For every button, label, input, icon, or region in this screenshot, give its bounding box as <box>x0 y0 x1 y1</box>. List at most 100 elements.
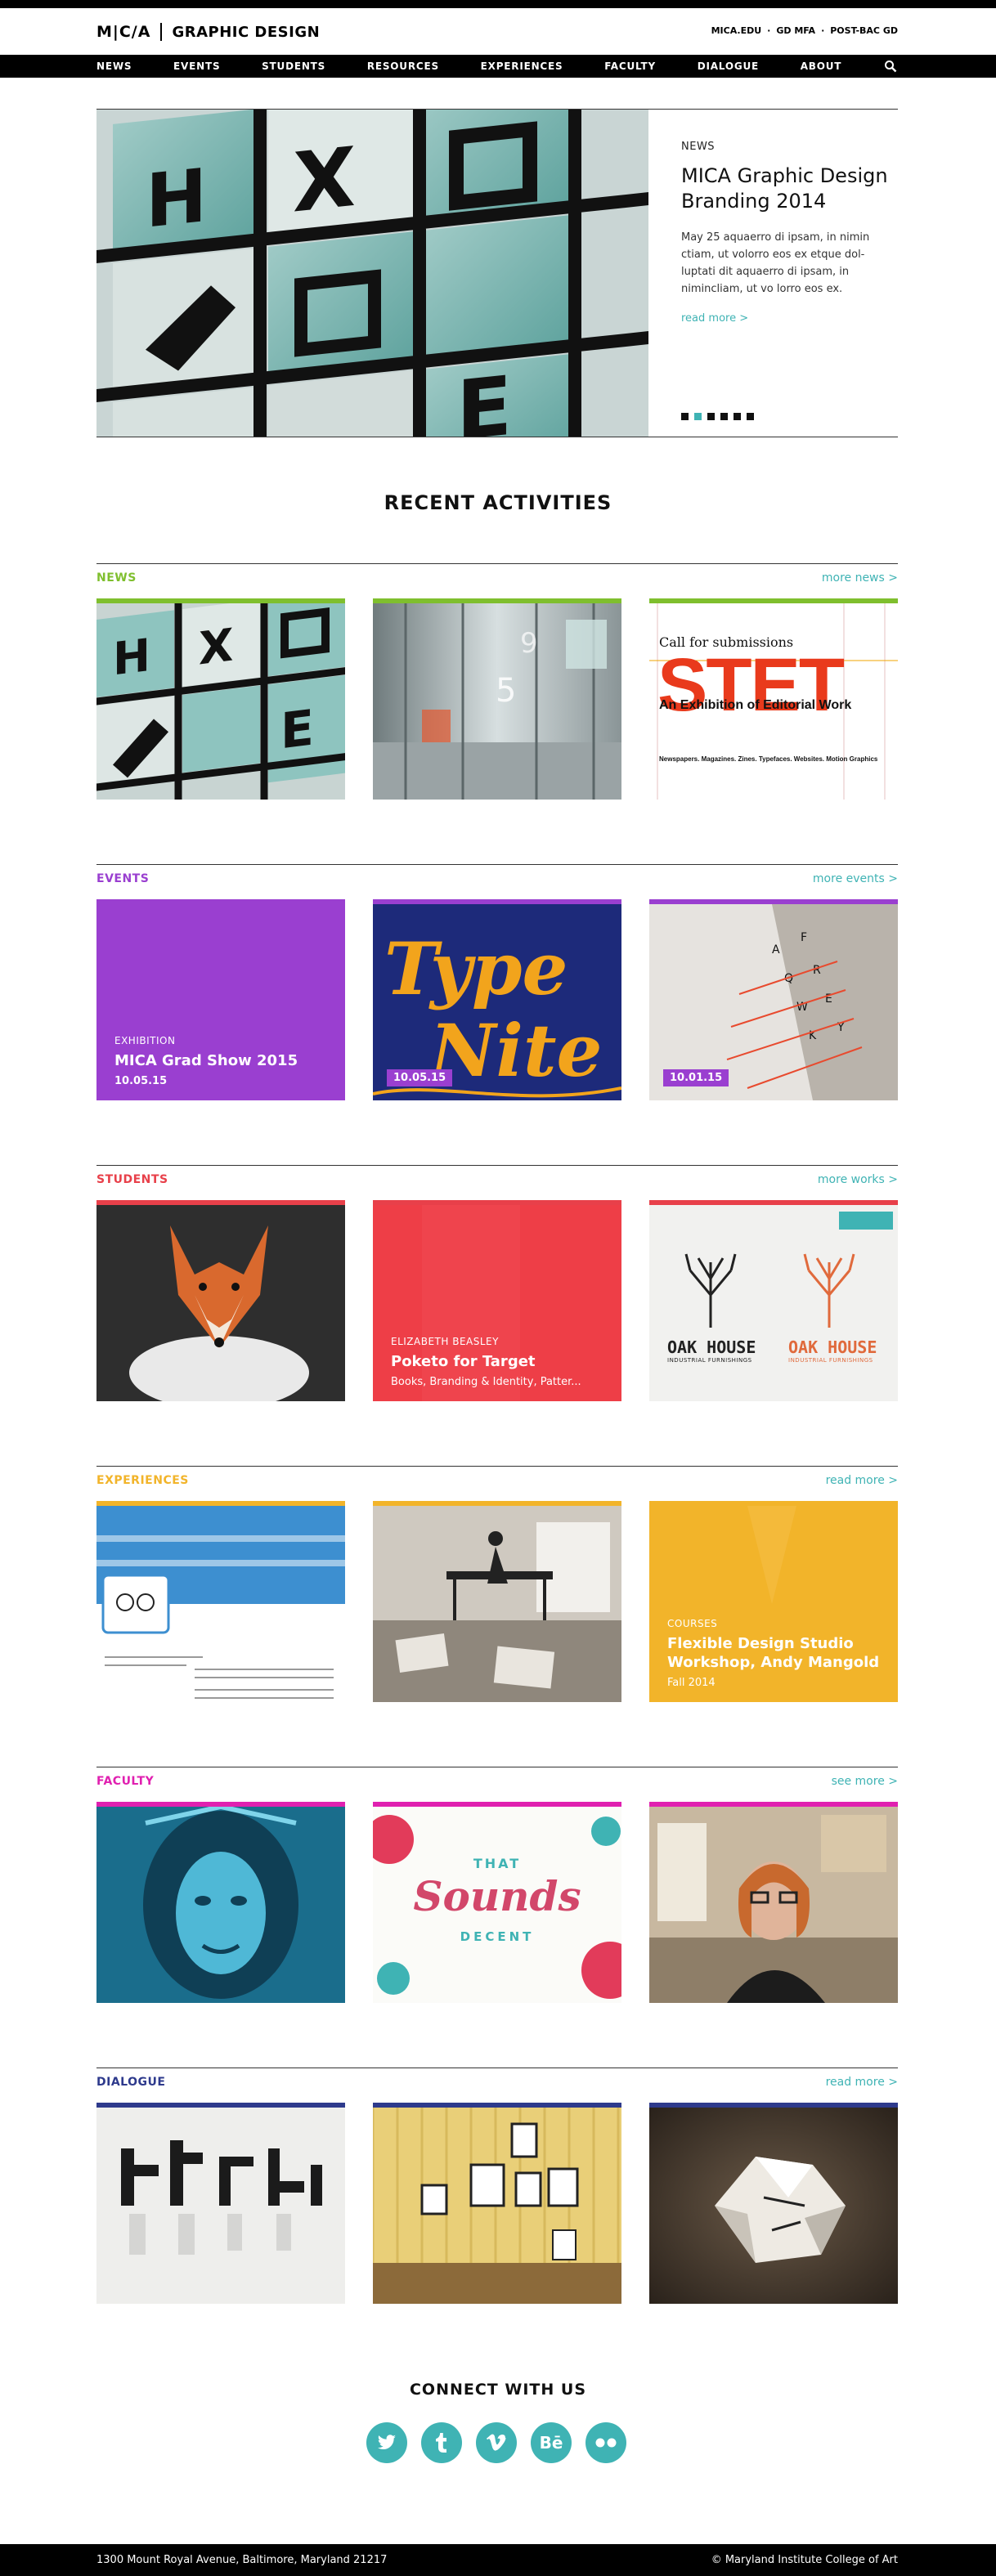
hero-slider: H X E NEWS MICA Graphic Design Branding … <box>96 109 898 437</box>
dialogue-card-image <box>649 2108 898 2304</box>
hero-title[interactable]: MICA Graphic Design Branding 2014 <box>681 164 894 214</box>
card-accent-bar <box>649 1802 898 1807</box>
faculty-card[interactable] <box>649 1802 898 2003</box>
utility-links: MICA.EDU · GD MFA · POST-BAC GD <box>711 25 898 36</box>
nav-faculty[interactable]: FACULTY <box>604 60 656 72</box>
events-section-label: EVENTS <box>96 872 150 885</box>
experience-card[interactable]: COURSES Flexible Design Studio Workshop,… <box>649 1501 898 1702</box>
more-events-link[interactable]: more events > <box>813 872 898 885</box>
nav-students[interactable]: STUDENTS <box>262 60 325 72</box>
tumblr-icon[interactable] <box>421 2422 462 2463</box>
vimeo-icon[interactable] <box>476 2422 517 2463</box>
link-gd-mfa[interactable]: GD MFA <box>776 25 815 36</box>
dialogue-card[interactable] <box>96 2103 345 2304</box>
student-work-tags: Books, Branding & Identity, Patter... <box>391 1376 581 1388</box>
nav-experiences[interactable]: EXPERIENCES <box>481 60 563 72</box>
card-accent-bar <box>649 1501 898 1506</box>
svg-text:R: R <box>813 964 821 977</box>
events-section: EVENTS more events > EXHIBITION MICA Gra… <box>96 864 898 1101</box>
nav-news[interactable]: NEWS <box>96 60 132 72</box>
logo-mark: M|C/A <box>96 23 151 41</box>
dialogue-card-image <box>373 2108 621 2304</box>
svg-text:X: X <box>199 620 233 676</box>
flickr-icon[interactable] <box>585 2422 626 2463</box>
experience-term: Fall 2014 <box>667 1677 716 1689</box>
svg-text:A: A <box>772 943 780 956</box>
card-accent-bar <box>96 899 345 904</box>
news-section: NEWS more news > H X E 5 9 Call for subm… <box>96 563 898 800</box>
faculty-card[interactable] <box>96 1802 345 2003</box>
sounds-art-line1: THAT <box>473 1856 522 1871</box>
dialogue-card-image <box>96 2108 345 2304</box>
news-card[interactable]: 5 9 <box>373 598 621 800</box>
slider-dot[interactable] <box>747 413 754 420</box>
event-title: MICA Grad Show 2015 <box>114 1052 298 1069</box>
slider-dot[interactable] <box>707 413 715 420</box>
hero-image[interactable]: H X E <box>96 110 648 437</box>
dialogue-card[interactable] <box>649 2103 898 2304</box>
slider-dot[interactable] <box>734 413 741 420</box>
experience-card[interactable] <box>96 1501 345 1702</box>
oak-house-sub-left: INDUSTRIAL FURNISHINGS <box>667 1357 752 1364</box>
footer-address: 1300 Mount Royal Avenue, Baltimore, Mary… <box>96 2554 388 2566</box>
dialogue-section-label: DIALOGUE <box>96 2076 166 2089</box>
experience-title: Flexible Design Studio Workshop, Andy Ma… <box>667 1635 880 1671</box>
search-icon[interactable] <box>883 59 898 74</box>
faculty-card-image <box>649 1807 898 2003</box>
hero-read-more-link[interactable]: read more > <box>681 312 748 325</box>
see-more-faculty-link[interactable]: see more > <box>832 1775 898 1788</box>
nav-about[interactable]: ABOUT <box>801 60 842 72</box>
link-post-bac[interactable]: POST-BAC GD <box>830 25 898 36</box>
nav-events[interactable]: EVENTS <box>173 60 220 72</box>
card-accent-bar <box>373 1802 621 1807</box>
slider-dot[interactable] <box>720 413 728 420</box>
section-rule <box>96 864 898 865</box>
section-rule <box>96 1165 898 1166</box>
event-card[interactable]: EXHIBITION MICA Grad Show 2015 10.05.15 <box>96 899 345 1100</box>
card-accent-bar <box>373 2103 621 2108</box>
slider-dot[interactable] <box>694 413 702 420</box>
faculty-section-label: FACULTY <box>96 1775 155 1788</box>
hero-text-panel: NEWS MICA Graphic Design Branding 2014 M… <box>665 110 898 437</box>
site-logo[interactable]: M|C/A GRAPHIC DESIGN <box>96 21 320 43</box>
svg-text:X: X <box>293 129 356 231</box>
nav-resources[interactable]: RESOURCES <box>367 60 439 72</box>
student-work-image <box>96 1205 345 1401</box>
event-card[interactable]: Type Nite 10.05.15 <box>373 899 621 1100</box>
dialogue-card[interactable] <box>373 2103 621 2304</box>
news-card[interactable]: H X E <box>96 598 345 800</box>
experiences-section-label: EXPERIENCES <box>96 1474 189 1487</box>
nav-dialogue[interactable]: DIALOGUE <box>698 60 759 72</box>
student-work-card[interactable]: OAK HOUSE INDUSTRIAL FURNISHINGS OAK HOU… <box>649 1200 898 1401</box>
svg-text:H: H <box>113 629 150 686</box>
card-accent-bar <box>649 1200 898 1205</box>
oak-house-brand-right: OAK HOUSE <box>788 1337 877 1357</box>
card-accent-bar <box>373 1501 621 1506</box>
slider-dot[interactable] <box>681 413 689 420</box>
faculty-card[interactable]: THAT Sounds DECENT <box>373 1802 621 2003</box>
behance-icon[interactable]: Bē <box>531 2422 572 2463</box>
twitter-icon[interactable] <box>366 2422 407 2463</box>
card-accent-bar <box>649 598 898 603</box>
link-mica-edu[interactable]: MICA.EDU <box>711 25 762 36</box>
student-work-card[interactable]: ELIZABETH BEASLEY Poketo for Target Book… <box>373 1200 621 1401</box>
experience-card-image <box>96 1506 345 1702</box>
event-card-overlay: EXHIBITION MICA Grad Show 2015 10.05.15 <box>114 1035 335 1087</box>
typenite-art-text: Type <box>384 926 568 1011</box>
experience-card[interactable] <box>373 1501 621 1702</box>
connect-heading: CONNECT WITH US <box>409 2381 586 2399</box>
experiences-read-more-link[interactable]: read more > <box>826 1474 898 1487</box>
student-work-card[interactable] <box>96 1200 345 1401</box>
more-news-link[interactable]: more news > <box>822 571 898 585</box>
news-card[interactable]: Call for submissions STET An Exhibition … <box>649 598 898 800</box>
svg-text:9: 9 <box>520 627 538 660</box>
svg-text:E: E <box>280 700 314 761</box>
card-accent-bar <box>96 1200 345 1205</box>
more-works-link[interactable]: more works > <box>818 1173 898 1186</box>
student-work-image: OAK HOUSE INDUSTRIAL FURNISHINGS OAK HOU… <box>649 1205 898 1401</box>
slider-pagination <box>681 413 754 420</box>
dialogue-read-more-link[interactable]: read more > <box>826 2076 898 2089</box>
news-card-image: Call for submissions STET An Exhibition … <box>649 603 898 800</box>
students-section: STUDENTS more works > ELIZABETH BEASLEY … <box>96 1165 898 1402</box>
event-card[interactable]: AFQ RWE KY 10.01.15 <box>649 899 898 1100</box>
